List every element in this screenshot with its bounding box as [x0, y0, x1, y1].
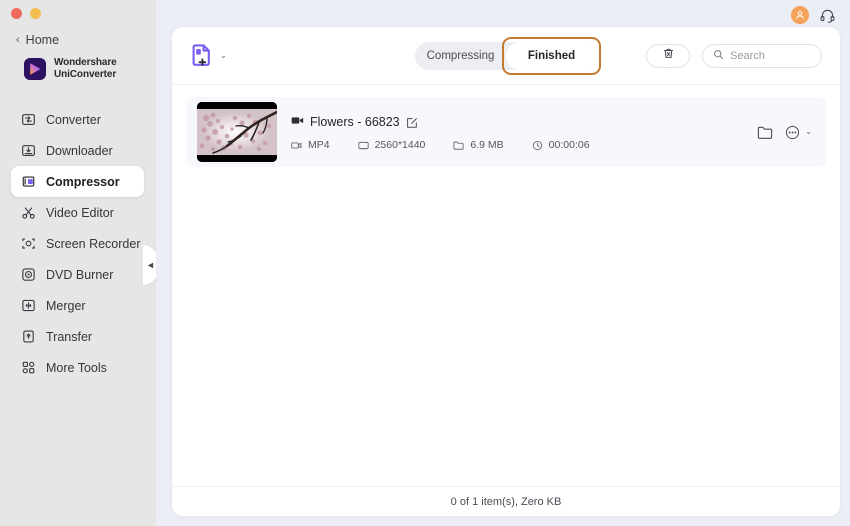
transfer-icon — [21, 329, 36, 344]
sidebar-item-downloader[interactable]: Downloader — [11, 135, 144, 166]
file-title: Flowers - 66823 — [310, 115, 400, 129]
chevron-down-icon: ⌄ — [805, 127, 812, 136]
sidebar-item-label: Compressor — [46, 174, 120, 189]
video-camera-icon — [291, 113, 304, 131]
sidebar-item-label: Screen Recorder — [46, 236, 141, 251]
spec-value: 00:00:06 — [548, 139, 590, 151]
toolbar-right-tools — [646, 43, 822, 68]
brand-line-2: UniConverter — [54, 68, 117, 80]
spec-value: 6.9 MB — [470, 139, 504, 151]
merger-icon — [21, 298, 36, 313]
more-options-icon — [785, 125, 800, 140]
search-box[interactable] — [702, 43, 822, 68]
grid-icon — [21, 360, 36, 375]
disc-icon — [21, 267, 36, 282]
file-title-row: Flowers - 66823 — [291, 113, 757, 131]
compressor-icon — [21, 174, 36, 189]
chevron-down-icon: ⌄ — [220, 50, 227, 60]
search-icon — [713, 47, 724, 65]
brand-logo-block: Wondershare UniConverter — [24, 57, 117, 80]
tab-compressing[interactable]: Compressing — [415, 42, 506, 70]
sidebar-item-screen-recorder[interactable]: Screen Recorder — [11, 228, 144, 259]
sidebar-item-label: Transfer — [46, 329, 93, 344]
video-thumbnail — [197, 102, 277, 162]
edit-pencil-icon[interactable] — [406, 116, 418, 128]
sidebar-item-label: Converter — [46, 112, 101, 127]
brand-line-1: Wondershare — [54, 57, 117, 68]
downloader-icon — [21, 143, 36, 158]
sidebar-item-more-tools[interactable]: More Tools — [11, 352, 144, 383]
user-avatar[interactable] — [791, 6, 809, 24]
close-window-button[interactable] — [11, 8, 22, 19]
spec-format: MP4 — [291, 139, 330, 151]
headset-icon[interactable] — [819, 7, 836, 24]
table-row[interactable]: Flowers - 66823 MP4 2560*1440 6.9 MB 00:… — [186, 97, 826, 167]
spec-filesize: 6.9 MB — [453, 139, 504, 151]
sidebar-item-merger[interactable]: Merger — [11, 290, 144, 321]
tab-label: Compressing — [426, 49, 495, 62]
app-window: ‹ Home Wondershare UniConverter Converte… — [0, 0, 850, 526]
more-options-button[interactable]: ⌄ — [785, 125, 812, 140]
delete-all-button[interactable] — [646, 43, 690, 68]
home-label: Home — [25, 33, 60, 47]
sidebar: ‹ Home Wondershare UniConverter Converte… — [0, 0, 158, 526]
converter-icon — [21, 112, 36, 127]
panel-toolbar: ⌄ Compressing Finished — [172, 27, 840, 85]
tab-finished[interactable]: Finished — [502, 36, 601, 75]
status-bar: 0 of 1 item(s), Zero KB — [172, 486, 840, 516]
sidebar-item-transfer[interactable]: Transfer — [11, 321, 144, 352]
wondershare-logo-icon — [24, 57, 46, 80]
sidebar-item-label: Downloader — [46, 143, 113, 158]
row-actions: ⌄ — [757, 125, 812, 140]
window-traffic-lights — [11, 8, 41, 19]
home-back-link[interactable]: ‹ Home — [16, 33, 59, 47]
screen-recorder-icon — [21, 236, 36, 251]
sidebar-item-label: More Tools — [46, 360, 107, 375]
main-area: ⌄ Compressing Finished Search Flowers - … — [156, 0, 850, 526]
sidebar-item-dvd-burner[interactable]: DVD Burner — [11, 259, 144, 290]
top-bar — [156, 0, 850, 30]
brand-name: Wondershare UniConverter — [54, 57, 117, 80]
sidebar-item-label: Merger — [46, 298, 86, 313]
add-file-icon — [192, 44, 213, 67]
search-input[interactable] — [730, 49, 816, 62]
chevron-left-icon: ◄ — [146, 260, 155, 270]
sidebar-item-label: Video Editor — [46, 205, 114, 220]
minimize-window-button[interactable] — [30, 8, 41, 19]
spec-value: MP4 — [308, 139, 330, 151]
sidebar-item-converter[interactable]: Converter — [11, 104, 144, 135]
scissors-icon — [21, 205, 36, 220]
sidebar-item-video-editor[interactable]: Video Editor — [11, 197, 144, 228]
trash-icon — [662, 47, 675, 65]
file-specs: MP4 2560*1440 6.9 MB 00:00:06 — [291, 139, 757, 151]
tab-label: Finished — [527, 49, 576, 62]
open-folder-icon[interactable] — [757, 125, 773, 140]
content-panel: ⌄ Compressing Finished Search Flowers - … — [172, 27, 840, 516]
add-file-button[interactable]: ⌄ — [192, 44, 227, 67]
file-list: Flowers - 66823 MP4 2560*1440 6.9 MB 00:… — [172, 85, 840, 486]
spec-value: 2560*1440 — [374, 139, 426, 151]
file-details: Flowers - 66823 MP4 2560*1440 6.9 MB 00:… — [291, 113, 757, 151]
chevron-left-icon: ‹ — [16, 33, 20, 46]
sidebar-item-label: DVD Burner — [46, 267, 114, 282]
status-tab-group: Compressing Finished — [415, 36, 601, 75]
status-text: 0 of 1 item(s), Zero KB — [450, 495, 562, 508]
spec-resolution: 2560*1440 — [357, 139, 426, 151]
sidebar-item-compressor[interactable]: Compressor — [11, 166, 144, 197]
sidebar-nav: Converter Downloader Compressor Video Ed… — [0, 104, 156, 383]
spec-duration: 00:00:06 — [532, 139, 590, 151]
